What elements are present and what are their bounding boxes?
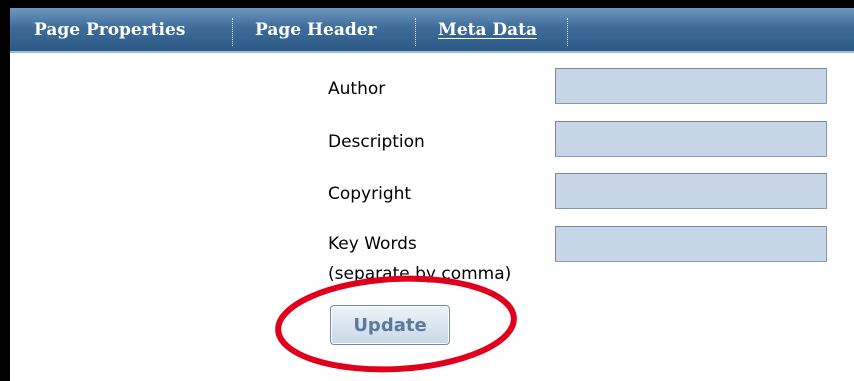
- tab-meta-data-label: Meta Data: [438, 20, 538, 40]
- tab-page-properties-label: Page Properties: [34, 20, 186, 40]
- copyright-label: Copyright: [328, 184, 412, 204]
- keywords-hint: (separate by comma): [328, 264, 512, 284]
- update-button[interactable]: Update: [330, 305, 450, 345]
- tab-page-header-label: Page Header: [255, 20, 377, 40]
- copyright-field[interactable]: [555, 173, 827, 209]
- tab-meta-data[interactable]: Meta Data: [438, 20, 537, 44]
- description-field[interactable]: [555, 121, 827, 157]
- description-label: Description: [328, 132, 425, 152]
- keywords-field[interactable]: [555, 226, 827, 262]
- keywords-label: Key Words: [328, 234, 417, 254]
- tab-separator: [567, 18, 568, 46]
- tab-separator: [232, 18, 233, 46]
- tab-page-header[interactable]: Page Header: [255, 20, 377, 44]
- tab-separator: [415, 18, 416, 46]
- author-field[interactable]: [555, 68, 827, 104]
- tab-page-properties[interactable]: Page Properties: [34, 20, 185, 44]
- tab-bar: Page Properties Page Header Meta Data: [10, 8, 854, 53]
- author-label: Author: [328, 79, 386, 99]
